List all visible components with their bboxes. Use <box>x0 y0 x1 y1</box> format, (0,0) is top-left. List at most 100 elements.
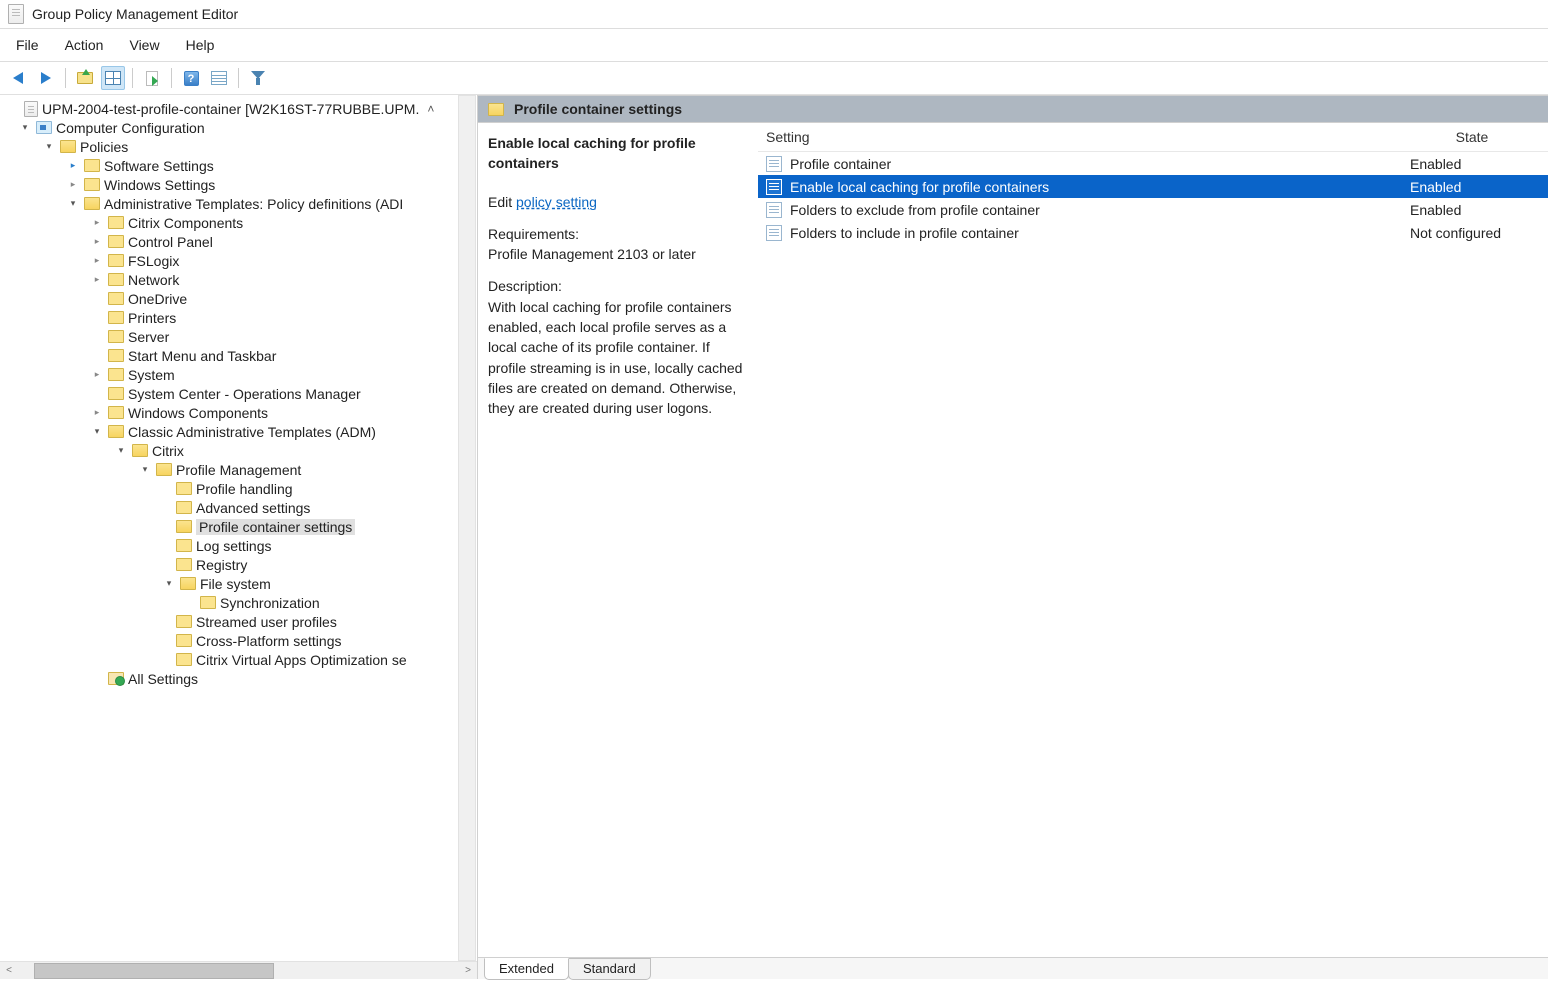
details-header-title: Profile container settings <box>514 101 682 117</box>
tree-log-settings[interactable]: Log settings <box>176 538 477 554</box>
folder-icon <box>108 349 124 362</box>
tree-label: Start Menu and Taskbar <box>128 348 276 364</box>
nav-forward-button[interactable] <box>34 66 58 90</box>
properties-button[interactable] <box>207 66 231 90</box>
tree-label: OneDrive <box>128 291 187 307</box>
menu-view[interactable]: View <box>125 35 163 55</box>
description-label: Description: <box>488 276 744 296</box>
settings-column-header[interactable]: Setting State <box>758 123 1548 152</box>
folder-icon <box>108 235 124 248</box>
tree-label: All Settings <box>128 671 198 687</box>
tree-network[interactable]: Network <box>90 272 477 288</box>
scroll-left-icon[interactable]: < <box>0 963 18 979</box>
tab-extended[interactable]: Extended <box>484 958 569 980</box>
vertical-scrollbar-thumb-lower[interactable] <box>461 658 475 748</box>
setting-state: Enabled <box>1410 202 1540 218</box>
tree-computer-configuration[interactable]: Computer Configuration <box>18 120 477 136</box>
tree-file-system[interactable]: File system <box>162 576 477 592</box>
tree-pane: UPM-2004-test-profile-container [W2K16ST… <box>0 95 478 979</box>
folder-icon <box>200 596 216 609</box>
tree-streamed-user-profiles[interactable]: Streamed user profiles <box>176 614 477 630</box>
tree-cross-platform[interactable]: Cross-Platform settings <box>176 633 477 649</box>
tree-label: Windows Settings <box>104 177 215 193</box>
tree-all-settings[interactable]: All Settings <box>90 671 477 687</box>
edit-policy-setting-link[interactable]: policy setting <box>516 194 597 210</box>
tree-registry[interactable]: Registry <box>176 557 477 573</box>
export-list-button[interactable] <box>140 66 164 90</box>
tree-advanced-settings[interactable]: Advanced settings <box>176 500 477 516</box>
vertical-scrollbar-thumb[interactable] <box>461 125 475 385</box>
tree-control-panel[interactable]: Control Panel <box>90 234 477 250</box>
tree-fslogix[interactable]: FSLogix <box>90 253 477 269</box>
folder-icon <box>84 197 100 210</box>
menu-file[interactable]: File <box>12 35 43 55</box>
tree-admin-templates[interactable]: Administrative Templates: Policy definit… <box>66 196 477 212</box>
tree-windows-settings[interactable]: Windows Settings <box>66 177 477 193</box>
folder-icon <box>132 444 148 457</box>
arrow-right-icon <box>41 72 51 84</box>
tree-label: Synchronization <box>220 595 320 611</box>
tree-system[interactable]: System <box>90 367 477 383</box>
tree-profile-management[interactable]: Profile Management <box>138 462 477 478</box>
scrollbar-thumb[interactable] <box>34 963 274 979</box>
tree-label: System Center - Operations Manager <box>128 386 361 402</box>
arrow-left-icon <box>13 72 23 84</box>
filter-button[interactable] <box>246 66 270 90</box>
computer-icon <box>36 121 52 134</box>
tree-label: Streamed user profiles <box>196 614 337 630</box>
tree-root[interactable]: UPM-2004-test-profile-container [W2K16ST… <box>6 101 477 117</box>
tree-windows-components[interactable]: Windows Components <box>90 405 477 421</box>
tree-label: Control Panel <box>128 234 213 250</box>
tree-profile-container-settings[interactable]: Profile container settings <box>176 519 477 535</box>
titlebar: Group Policy Management Editor <box>0 0 1548 29</box>
tree-label: Citrix Virtual Apps Optimization se <box>196 652 407 668</box>
tree-start-menu[interactable]: Start Menu and Taskbar <box>90 348 477 364</box>
folder-up-icon <box>77 72 93 84</box>
tree-software-settings[interactable]: Software Settings <box>66 158 477 174</box>
tree-label: Log settings <box>196 538 272 554</box>
tree-scom[interactable]: System Center - Operations Manager <box>90 386 477 402</box>
tab-standard[interactable]: Standard <box>568 958 651 980</box>
requirements-text: Profile Management 2103 or later <box>488 244 744 264</box>
tree-label: Administrative Templates: Policy definit… <box>104 196 403 212</box>
tree-label: Classic Administrative Templates (ADM) <box>128 424 376 440</box>
tree-label: File system <box>200 576 271 592</box>
setting-row[interactable]: Enable local caching for profile contain… <box>758 175 1548 198</box>
tree-onedrive[interactable]: OneDrive <box>90 291 477 307</box>
tree-label: Printers <box>128 310 176 326</box>
nav-back-button[interactable] <box>6 66 30 90</box>
app-icon <box>8 4 24 24</box>
setting-row[interactable]: Profile containerEnabled <box>758 152 1548 175</box>
folder-icon <box>176 634 192 647</box>
tree-server[interactable]: Server <box>90 329 477 345</box>
tree-label: Advanced settings <box>196 500 310 516</box>
column-setting[interactable]: Setting <box>766 129 1410 145</box>
tree-label: Computer Configuration <box>56 120 205 136</box>
tree-scroll-area[interactable]: UPM-2004-test-profile-container [W2K16ST… <box>0 95 477 961</box>
tree-classic-adm[interactable]: Classic Administrative Templates (ADM) <box>90 424 477 440</box>
show-hide-tree-button[interactable] <box>101 66 125 90</box>
tree-synchronization[interactable]: Synchronization <box>200 595 477 611</box>
tree-policies[interactable]: Policies <box>42 139 477 155</box>
details-pane: Profile container settings Enable local … <box>478 95 1548 979</box>
folder-icon <box>108 216 124 229</box>
tree-cva-optimization[interactable]: Citrix Virtual Apps Optimization se <box>176 652 477 668</box>
up-one-level-button[interactable] <box>73 66 97 90</box>
setting-row[interactable]: Folders to exclude from profile containe… <box>758 198 1548 221</box>
setting-state: Enabled <box>1410 156 1540 172</box>
separator <box>171 68 172 88</box>
tree-citrix-components[interactable]: Citrix Components <box>90 215 477 231</box>
help-button[interactable]: ? <box>179 66 203 90</box>
folder-icon <box>176 558 192 571</box>
column-state[interactable]: State <box>1410 129 1540 145</box>
setting-row[interactable]: Folders to include in profile containerN… <box>758 221 1548 244</box>
tree-citrix[interactable]: Citrix <box>114 443 477 459</box>
tree-printers[interactable]: Printers <box>90 310 477 326</box>
horizontal-scrollbar[interactable]: < > <box>0 961 477 979</box>
tree-label: Network <box>128 272 179 288</box>
scrollbar-track[interactable] <box>18 963 459 979</box>
menu-action[interactable]: Action <box>61 35 108 55</box>
tree-profile-handling[interactable]: Profile handling <box>176 481 477 497</box>
menu-help[interactable]: Help <box>182 35 219 55</box>
scroll-right-icon[interactable]: > <box>459 963 477 979</box>
